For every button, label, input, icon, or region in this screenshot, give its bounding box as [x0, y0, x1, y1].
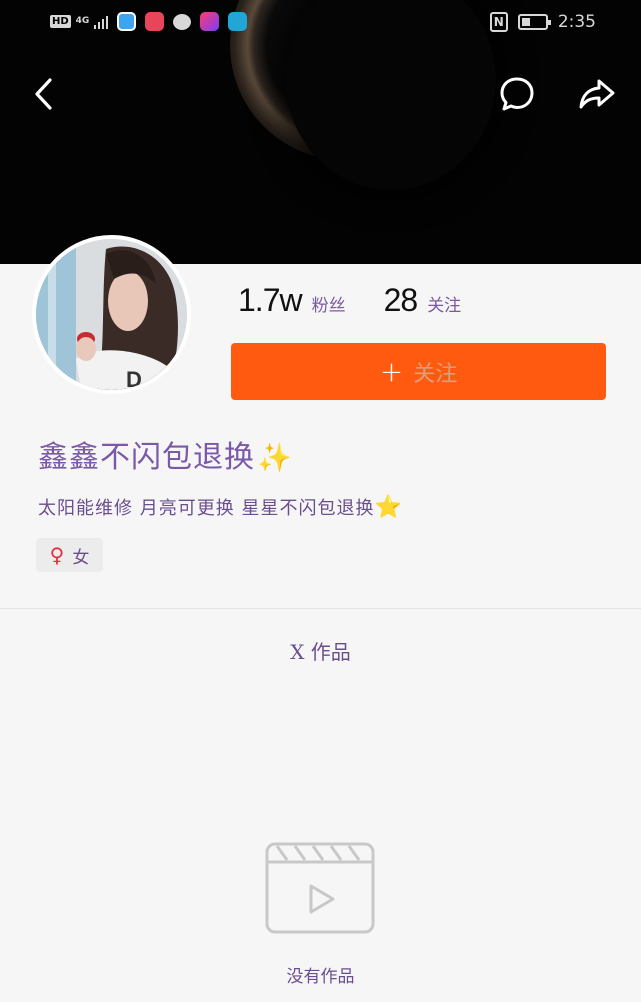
nfc-icon: N	[489, 12, 508, 32]
profile-username: 鑫鑫不闪包退换✨	[38, 432, 293, 476]
status-bar: HD 4G N 2:35	[0, 0, 641, 46]
sparkles-icon: ✨	[257, 441, 293, 474]
bio-text: 太阳能维修 月亮可更换 星星不闪包退换	[38, 498, 375, 519]
divider	[0, 608, 641, 609]
plus-icon: +	[379, 354, 404, 388]
tab-works-label: X 作品	[290, 640, 351, 664]
chat-icon	[173, 13, 192, 30]
network-indicator: 4G	[75, 16, 90, 26]
followers-count[interactable]: 1.7w	[238, 282, 303, 319]
share-arrow-icon[interactable]	[577, 76, 617, 112]
avatar[interactable]: D	[32, 235, 191, 394]
follow-button[interactable]: + 关注	[231, 343, 606, 400]
chat-bubble-icon[interactable]	[497, 74, 537, 114]
gender-text: 女	[72, 547, 90, 568]
star-icon: ⭐	[374, 495, 403, 520]
svg-text:D: D	[126, 367, 142, 390]
tab-works[interactable]: X 作品	[0, 636, 641, 665]
avatar-photo: D	[36, 239, 187, 390]
empty-state-text: 没有作品	[286, 967, 355, 987]
battery-icon	[517, 14, 551, 30]
follow-button-label: 关注	[413, 361, 458, 387]
followers-label[interactable]: 粉丝	[312, 291, 346, 316]
profile-bio: 太阳能维修 月亮可更换 星星不闪包退换⭐	[38, 494, 403, 520]
chevron-left-icon[interactable]	[30, 74, 60, 114]
profile-stats: 1.7w 粉丝 28 关注	[238, 282, 461, 319]
app-icon-blue	[117, 12, 137, 31]
following-label[interactable]: 关注	[427, 291, 461, 316]
video-icon	[200, 12, 220, 31]
following-count[interactable]: 28	[384, 282, 419, 319]
browser-icon	[228, 12, 248, 31]
video-clapper-icon	[265, 842, 375, 934]
hd-indicator: HD	[50, 15, 71, 28]
username-text: 鑫鑫不闪包退换	[38, 440, 255, 475]
signal-icon	[94, 15, 109, 29]
status-time: 2:35	[557, 12, 596, 32]
gender-tag: ♀ 女	[36, 538, 103, 572]
app-icon-red	[145, 12, 165, 31]
female-icon: ♀	[49, 543, 65, 567]
